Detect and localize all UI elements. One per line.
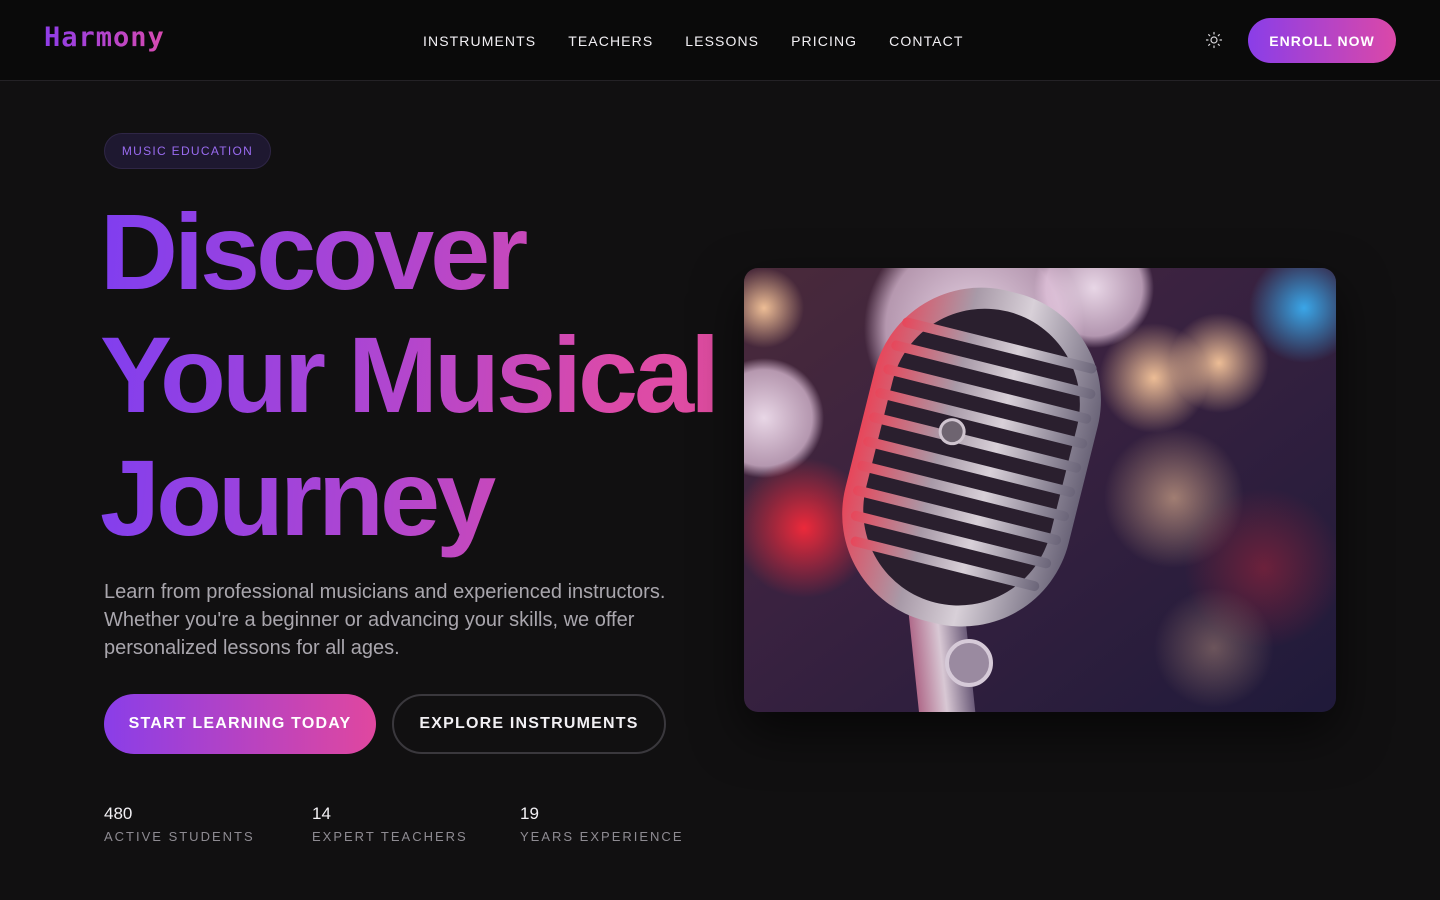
start-learning-button[interactable]: START LEARNING TODAY <box>104 694 376 754</box>
hero-description: Learn from professional musicians and ex… <box>104 581 666 659</box>
category-badge: MUSIC EDUCATION <box>104 133 271 169</box>
stat-value: 14 <box>312 804 331 823</box>
sun-icon <box>1205 31 1223 49</box>
stat-active-students: 480 ACTIVE STUDENTS <box>104 804 255 846</box>
nav-link-pricing[interactable]: PRICING <box>791 31 857 51</box>
explore-instruments-button[interactable]: EXPLORE INSTRUMENTS <box>392 694 666 754</box>
nav-link-instruments[interactable]: INSTRUMENTS <box>423 31 536 51</box>
stat-label: ACTIVE STUDENTS <box>104 829 255 844</box>
stat-label: EXPERT TEACHERS <box>312 829 468 844</box>
microphone-illustration <box>744 268 1336 712</box>
nav-link-teachers[interactable]: TEACHERS <box>568 31 653 51</box>
logo[interactable]: Harmony <box>44 22 165 53</box>
theme-toggle-button[interactable] <box>1202 28 1226 52</box>
stat-value: 480 <box>104 804 133 823</box>
stat-label: YEARS EXPERIENCE <box>520 829 684 844</box>
hero-headline: Discover Your Musical Journey <box>100 190 740 559</box>
headline-line-2: Your Musical <box>100 314 717 435</box>
headline-line-1: Discover <box>100 191 525 312</box>
nav-link-contact[interactable]: CONTACT <box>889 31 963 51</box>
nav-link-lessons[interactable]: LESSONS <box>685 31 759 51</box>
site-header: Harmony INSTRUMENTS TEACHERS LESSONS PRI… <box>0 0 1440 81</box>
headline-line-3: Journey <box>100 437 493 558</box>
stat-years-experience: 19 YEARS EXPERIENCE <box>520 804 684 846</box>
enroll-now-button[interactable]: ENROLL NOW <box>1248 18 1396 63</box>
hero-microphone-image <box>744 268 1336 712</box>
stat-expert-teachers: 14 EXPERT TEACHERS <box>312 804 468 846</box>
stat-value: 19 <box>520 804 539 823</box>
main-nav: INSTRUMENTS TEACHERS LESSONS PRICING CON… <box>423 31 963 51</box>
